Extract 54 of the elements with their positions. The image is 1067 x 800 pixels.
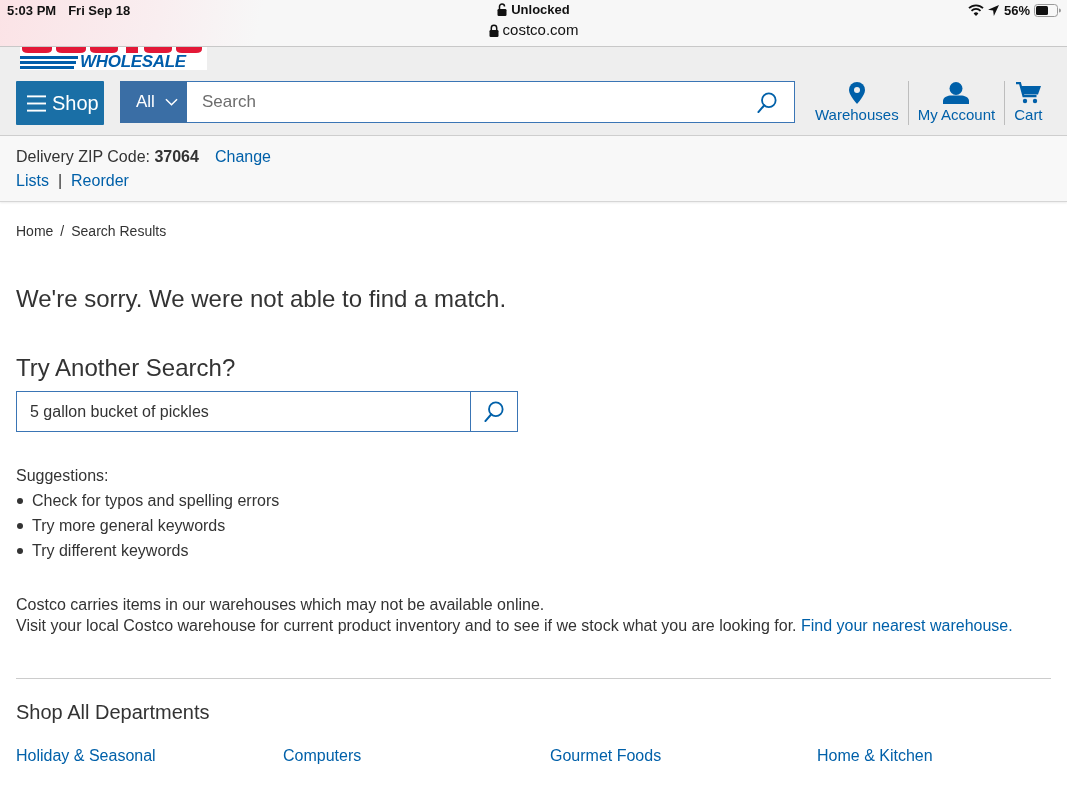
link-separator: | [57,171,63,191]
departments-heading: Shop All Departments [16,700,211,724]
menu-icon [27,94,46,112]
breadcrumb-separator: / [60,223,65,240]
visit-text: Visit your local Costco warehouse for current product inventory and to see if we stock what you are looking for. Find your nearest warehouse. [16,616,1014,636]
bullet-icon [17,547,23,554]
delivery-zip-text: Delivery ZIP Code: 37064 [16,147,199,167]
account-link[interactable]: Lists [16,169,49,193]
notice-text: Costco carries items in our warehouses which may not be available online. [16,595,546,615]
suggestion-text: Try different keywords [32,541,189,561]
location-arrow-icon [987,5,999,16]
no-results-heading: We're sorry. We were not able to find a match. [16,284,508,313]
search-button[interactable] [757,81,795,123]
person-icon [943,82,970,104]
bullet-icon [17,522,23,529]
wifi-icon [967,4,984,16]
address-text[interactable]: costco.com [502,21,579,39]
search-input[interactable]: Search [187,81,757,123]
bullet-icon [17,497,23,504]
search-button[interactable] [470,391,518,432]
department-link[interactable]: Gourmet Foods [550,746,662,766]
suggestion-text: Try more general keywords [32,516,226,536]
find-warehouse-link[interactable]: Find your nearest warehouse. [801,617,1013,634]
lock-status-text: Unlocked [511,2,570,17]
store-logo[interactable]: WHOLESALE [20,47,207,70]
header-nav-link[interactable]: Warehouses [812,81,908,125]
battery-percent: 56% [1003,3,1030,18]
map-pin-icon [848,82,865,104]
header-nav-link[interactable]: Cart [1004,81,1052,125]
caret-icon [164,98,178,106]
battery-icon [1034,4,1061,17]
suggestion-text: Check for typos and spelling errors [32,491,280,511]
logo-wordmark: WHOLESALE [80,55,186,69]
change-link[interactable]: Change [214,145,271,169]
account-link[interactable]: Reorder [71,169,129,193]
status-time: 5:03 PM [7,3,57,18]
lock-icon [488,23,499,37]
suggestions-label: Suggestions: [16,466,110,486]
retry-search-heading: Try Another Search? [16,353,237,382]
search-icon [757,91,777,113]
header-nav-link[interactable]: My Account [907,81,1005,125]
department-link[interactable]: Holiday & Seasonal [16,746,156,766]
category-dropdown[interactable]: All [120,81,187,123]
logo-stripes-icon [20,55,78,69]
department-link[interactable]: Home & Kitchen [817,746,933,766]
department-link[interactable]: Computers [283,746,362,766]
search-icon [484,401,504,422]
shop-button[interactable]: Shop [16,81,104,125]
breadcrumb-current: Search Results [71,223,167,240]
status-date: Fri Sep 18 [68,3,131,18]
open-lock-icon [497,3,508,16]
search-input[interactable]: 5 gallon bucket of pickles [16,391,470,432]
breadcrumb-link[interactable]: Home [16,223,54,240]
cart-icon [1015,82,1041,104]
